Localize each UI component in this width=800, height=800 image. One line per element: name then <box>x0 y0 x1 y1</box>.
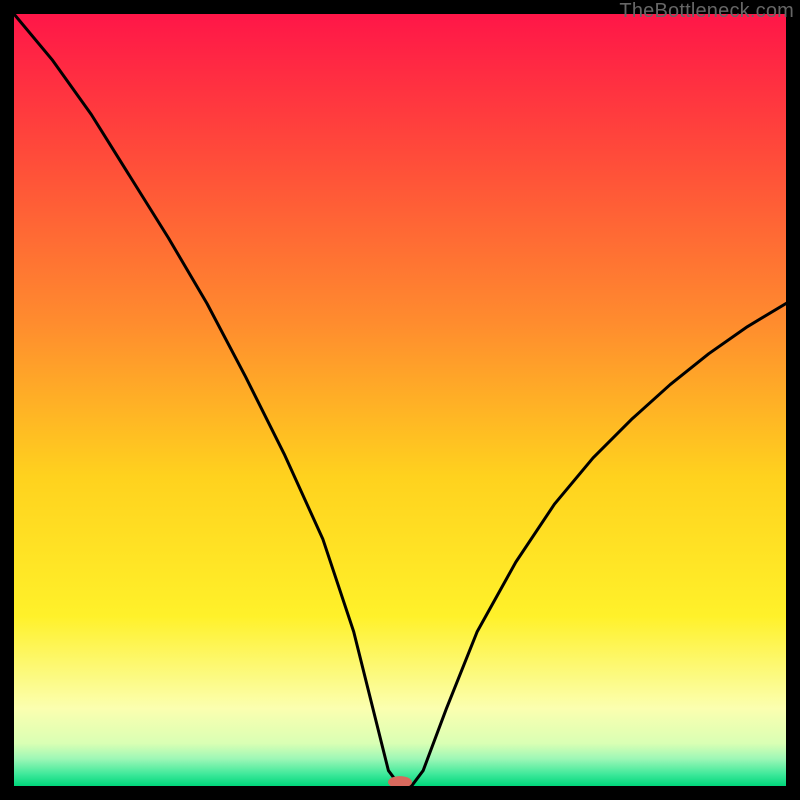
attribution-text: TheBottleneck.com <box>619 0 794 23</box>
plot-area <box>14 14 786 786</box>
gradient-background <box>14 14 786 786</box>
chart-frame: TheBottleneck.com <box>0 0 800 800</box>
bottleneck-chart <box>14 14 786 786</box>
